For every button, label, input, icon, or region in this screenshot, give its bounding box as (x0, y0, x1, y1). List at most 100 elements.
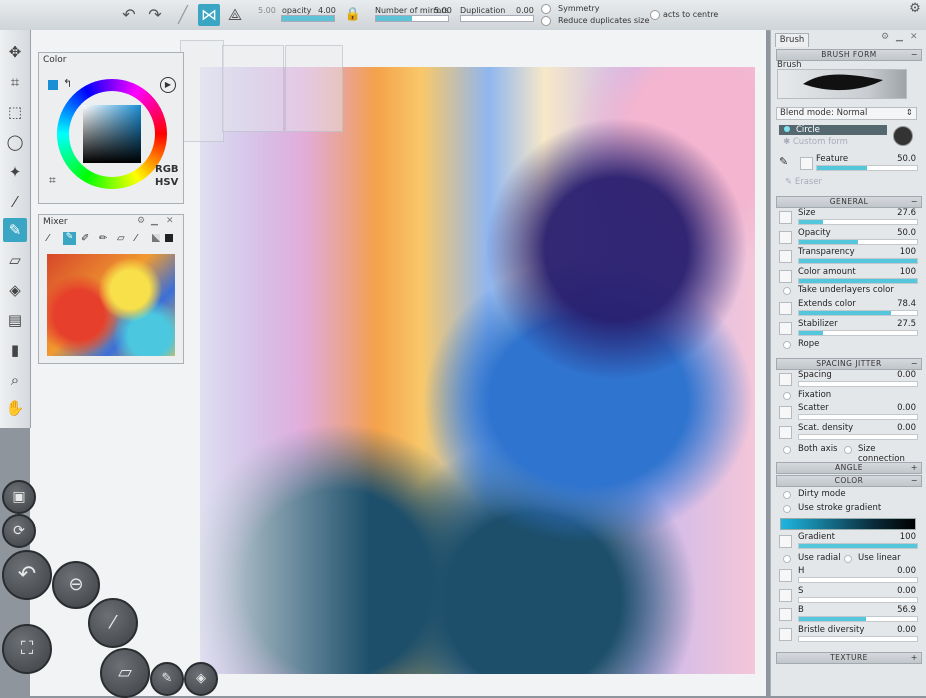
rgb-mode-label[interactable]: RGB (155, 164, 179, 175)
scatter-checkbox[interactable] (779, 406, 792, 419)
mixer-minimize-icon[interactable]: ▁ (151, 216, 158, 226)
hand-pan-icon[interactable]: ✋ (3, 396, 27, 420)
stabilizer-row[interactable]: Stabilizer 27.5 (776, 319, 920, 337)
transparency-slider[interactable] (798, 258, 918, 264)
scatter-row[interactable]: Scatter 0.00 (776, 403, 920, 421)
feature-checkbox[interactable] (800, 157, 813, 170)
stroke-gradient-row[interactable]: Use stroke gradient (776, 502, 920, 516)
mirror-symmetry-icon[interactable]: ⋈ (198, 4, 220, 26)
dirty-mode-row[interactable]: Dirty mode (776, 488, 920, 502)
brush-preview[interactable] (777, 69, 907, 99)
color-amount-row[interactable]: Color amount 100 (776, 267, 920, 285)
hsv-mode-label[interactable]: HSV (155, 177, 178, 188)
stroke-gradient-toggle[interactable] (783, 505, 791, 513)
take-underlayers-toggle[interactable] (783, 287, 791, 295)
centre-radio[interactable] (650, 10, 660, 20)
fullscreen-button[interactable]: ⛶ (2, 624, 52, 674)
spacing-slider[interactable] (798, 381, 918, 387)
lock-icon[interactable]: 🔒 (342, 4, 364, 26)
eraser-option[interactable]: ✎ Eraser (785, 177, 822, 187)
eraser-round-button[interactable]: ▱ (100, 648, 150, 698)
color-grid-icon[interactable]: ⌗ (49, 173, 56, 188)
spacing-checkbox[interactable] (779, 373, 792, 386)
blend-mode-select[interactable]: Blend mode: Normal ⇕ (776, 107, 917, 120)
general-header[interactable]: GENERAL − (776, 196, 922, 208)
saturation-value-square[interactable] (83, 105, 141, 163)
lasso-icon[interactable]: ◯ (3, 130, 27, 154)
fill-round-button[interactable]: ◈ (184, 662, 218, 696)
size-checkbox[interactable] (779, 211, 792, 224)
rope-row[interactable]: Rope (776, 338, 920, 352)
reduce-duplicates-radio[interactable] (541, 16, 551, 26)
brush-round-button[interactable]: ✎ (150, 662, 184, 696)
rotate-view-button[interactable]: ⟳ (2, 514, 36, 548)
line-symmetry-icon[interactable]: ╱ (172, 4, 194, 26)
play-icon[interactable]: ▶ (160, 77, 176, 93)
both-axis-toggle[interactable] (783, 446, 791, 454)
opacity-slider[interactable] (798, 238, 918, 245)
redo-icon[interactable]: ↷ (144, 4, 166, 26)
h-slider[interactable] (798, 577, 918, 583)
scat-density-row[interactable]: Scat. density 0.00 (776, 423, 920, 441)
mixer-blend-icon[interactable]: ✏ (99, 233, 107, 244)
move-tool-icon[interactable]: ✥ (3, 40, 27, 64)
mixer-settings-icon[interactable]: ⚙ (137, 216, 145, 226)
fixation-toggle[interactable] (783, 392, 791, 400)
mixer-clear-icon[interactable] (152, 234, 160, 242)
feature-slider[interactable] (816, 165, 918, 171)
color-amount-slider[interactable] (798, 277, 918, 284)
current-color-swatch[interactable] (48, 80, 58, 90)
h-row[interactable]: H 0.00 (776, 566, 920, 584)
zoom-icon[interactable]: ⌕ (3, 368, 27, 392)
mixer-smudge-icon[interactable]: ✎ (63, 232, 76, 245)
bristle-diversity-row[interactable]: Bristle diversity 0.00 (776, 625, 920, 643)
mixer-eraser-icon[interactable]: ▱ (117, 233, 125, 244)
scat-density-checkbox[interactable] (779, 425, 792, 439)
spacing-jitter-header[interactable]: SPACING JITTER − (776, 358, 922, 370)
undo-round-button[interactable]: ↶ (2, 550, 52, 600)
settings-gear-icon[interactable]: ⚙ (904, 0, 926, 20)
transparency-row[interactable]: Transparency 100 (776, 247, 920, 265)
angle-header[interactable]: ANGLE + (776, 462, 922, 474)
swap-colors-icon[interactable]: ↰ (63, 77, 72, 90)
s-checkbox[interactable] (779, 588, 792, 602)
mixer-brush-icon[interactable]: ⁄ (47, 233, 49, 244)
brush-settings-icon[interactable]: ⚙ (881, 32, 889, 42)
color-amount-checkbox[interactable] (779, 269, 792, 283)
eraser-tool-icon[interactable]: ▱ (3, 248, 27, 272)
texture-header[interactable]: TEXTURE + (776, 652, 922, 664)
transform-button[interactable]: ⊖ (52, 561, 100, 609)
b-slider[interactable] (798, 616, 918, 622)
brush-tab[interactable]: Brush (775, 33, 809, 47)
size-row[interactable]: Size 27.6 (776, 208, 920, 226)
use-radial-toggle[interactable] (783, 555, 791, 563)
stroke-gradient-bar[interactable] (780, 518, 916, 530)
gradient-row[interactable]: Gradient 100 (776, 532, 920, 550)
stabilizer-checkbox[interactable] (779, 321, 792, 335)
brush-close-icon[interactable]: ✕ (910, 32, 918, 42)
mixer-picker-icon[interactable]: ⁄ (135, 233, 137, 244)
rect-select-icon[interactable]: ⬚ (3, 100, 27, 124)
brush-minimize-icon[interactable]: ▁ (896, 32, 903, 42)
size-connection-toggle[interactable] (844, 446, 852, 454)
paint-roller-icon[interactable]: ▮ (3, 338, 27, 362)
size-slider[interactable] (798, 219, 918, 225)
h-checkbox[interactable] (779, 569, 792, 582)
crop-tool-icon[interactable]: ⌗ (3, 70, 27, 94)
form-circle-option[interactable]: Circle (779, 125, 887, 135)
undo-icon[interactable]: ↶ (118, 4, 140, 26)
dirty-mode-toggle[interactable] (783, 491, 791, 499)
s-row[interactable]: S 0.00 (776, 586, 920, 604)
gradient-tool-icon[interactable]: ▤ (3, 308, 27, 332)
eyedropper-icon[interactable]: ⁄ (3, 190, 27, 214)
duplication-slider[interactable] (460, 15, 534, 22)
s-slider[interactable] (798, 596, 918, 603)
extends-color-row[interactable]: Extends color 78.4 (776, 299, 920, 317)
color-header[interactable]: COLOR − (776, 475, 922, 487)
mixer-canvas[interactable] (47, 254, 175, 356)
feature-row[interactable]: ✎ Feature 50.0 (776, 154, 920, 172)
use-linear-toggle[interactable] (844, 555, 852, 563)
eyedropper-round-button[interactable]: ⁄ (88, 598, 138, 648)
stabilizer-slider[interactable] (798, 329, 918, 336)
b-row[interactable]: B 56.9 (776, 605, 920, 623)
